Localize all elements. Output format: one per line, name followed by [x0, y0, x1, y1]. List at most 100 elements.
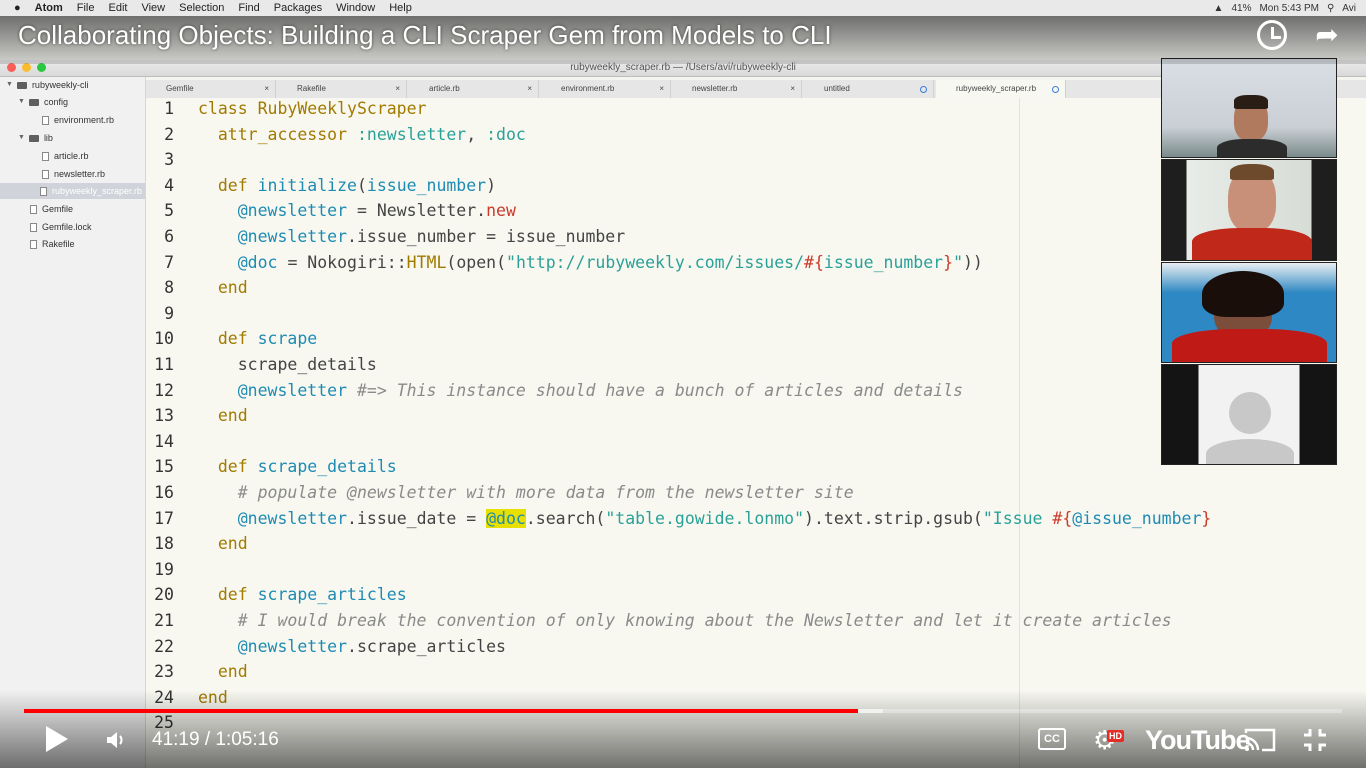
code-line-12[interactable]: 12 @newsletter #=> This instance should …	[146, 378, 963, 404]
webcam-tile-2	[1161, 159, 1337, 261]
tree-item-project-root[interactable]: ▼ rubyweekly-cli	[6, 77, 88, 93]
hd-badge: HD	[1107, 730, 1124, 742]
tree-item-rubyweekly-scraper-rb[interactable]: rubyweekly_scraper.rb	[0, 183, 145, 199]
menu-packages[interactable]: Packages	[274, 2, 322, 14]
webcam-tile-1	[1161, 58, 1337, 158]
tree-item-environment-rb[interactable]: environment.rb	[42, 112, 114, 128]
code-line-21[interactable]: 21 # I would break the convention of onl…	[146, 608, 1171, 634]
tree-item-gemfile-lock[interactable]: Gemfile.lock	[30, 219, 92, 235]
code-line-2[interactable]: 2 attr_accessor :newsletter, :doc	[146, 122, 526, 148]
tree-item-gemfile[interactable]: Gemfile	[30, 201, 73, 217]
code-line-14[interactable]: 14	[146, 429, 198, 455]
youtube-logo[interactable]: YouTube	[1145, 725, 1250, 756]
exit-fullscreen-icon[interactable]	[1302, 727, 1328, 753]
tree-item-rakefile[interactable]: Rakefile	[30, 236, 75, 252]
participant-body	[1217, 139, 1287, 157]
participant-hair	[1234, 95, 1268, 109]
folder-icon	[16, 81, 27, 89]
menu-view[interactable]: View	[141, 2, 165, 14]
code-line-17[interactable]: 17 @newsletter.issue_date = @doc.search(…	[146, 506, 1211, 532]
code-line-1[interactable]: 1 class RubyWeeklyScraper	[146, 96, 426, 122]
code-line-4[interactable]: 4 def initialize(issue_number)	[146, 173, 496, 199]
volume-icon[interactable]	[104, 728, 128, 752]
file-icon	[30, 222, 37, 232]
code-line-18[interactable]: 18 end	[146, 531, 248, 557]
file-icon	[42, 115, 49, 125]
participant-body	[1172, 329, 1327, 362]
webcam-tile-4	[1161, 364, 1337, 465]
apple-icon[interactable]: ●	[14, 2, 21, 14]
tab-article-rb[interactable]: article.rb ×	[409, 80, 539, 98]
tree-item-newsletter-rb[interactable]: newsletter.rb	[42, 166, 105, 182]
code-line-3[interactable]: 3	[146, 147, 198, 173]
tree-view: ▼ rubyweekly-cli ▼ config environment.rb ▼…	[0, 77, 146, 768]
webcam-tile-3	[1161, 262, 1337, 363]
user-name[interactable]: Avi	[1342, 3, 1356, 14]
play-button[interactable]	[46, 726, 68, 752]
file-icon	[30, 204, 37, 214]
code-line-20[interactable]: 20 def scrape_articles	[146, 582, 407, 608]
menu-file[interactable]: File	[77, 2, 95, 14]
folder-icon	[28, 134, 39, 142]
wifi-icon[interactable]: ▲	[1214, 3, 1224, 14]
menu-edit[interactable]: Edit	[109, 2, 128, 14]
code-line-8[interactable]: 8 end	[146, 275, 248, 301]
mac-menubar: ● Atom File Edit View Selection Find Pac…	[0, 0, 1366, 16]
modified-dot-icon[interactable]	[1052, 86, 1059, 93]
video-title[interactable]: Collaborating Objects: Building a CLI Sc…	[18, 20, 832, 51]
minimize-window-button[interactable]	[22, 63, 31, 72]
code-line-22[interactable]: 22 @newsletter.scrape_articles	[146, 634, 506, 660]
chevron-down-icon: ▼	[18, 98, 25, 105]
tree-item-config[interactable]: ▼ config	[18, 94, 68, 110]
code-line-23[interactable]: 23 end	[146, 659, 248, 685]
code-line-10[interactable]: 10 def scrape	[146, 326, 317, 352]
participant-body	[1192, 228, 1312, 260]
code-line-5[interactable]: 5 @newsletter = Newsletter.new	[146, 198, 516, 224]
close-icon[interactable]: ×	[527, 80, 532, 98]
watch-later-icon[interactable]	[1257, 20, 1287, 50]
tree-item-lib[interactable]: ▼ lib	[18, 130, 53, 146]
tab-rubyweekly-scraper-rb[interactable]: rubyweekly_scraper.rb	[936, 80, 1066, 98]
code-line-15[interactable]: 15 def scrape_details	[146, 454, 397, 480]
close-icon[interactable]: ×	[659, 80, 664, 98]
close-icon[interactable]: ×	[790, 80, 795, 98]
file-icon	[30, 239, 37, 249]
menu-selection[interactable]: Selection	[179, 2, 224, 14]
clock[interactable]: Mon 5:43 PM	[1259, 3, 1318, 14]
code-line-9[interactable]: 9	[146, 301, 198, 327]
avatar-placeholder-body	[1206, 439, 1294, 464]
code-line-6[interactable]: 6 @newsletter.issue_number = issue_numbe…	[146, 224, 625, 250]
code-line-16[interactable]: 16 # populate @newsletter with more data…	[146, 480, 854, 506]
avatar-placeholder-icon	[1229, 392, 1271, 434]
closed-captions-button[interactable]: CC	[1038, 728, 1066, 750]
menu-help[interactable]: Help	[389, 2, 412, 14]
modified-dot-icon[interactable]	[920, 86, 927, 93]
tab-untitled[interactable]: untitled	[804, 80, 934, 98]
tree-item-article-rb[interactable]: article.rb	[42, 148, 89, 164]
wrap-guide	[1019, 98, 1020, 768]
code-line-19[interactable]: 19	[146, 557, 198, 583]
participant-hair	[1202, 271, 1284, 317]
zoom-window-button[interactable]	[37, 63, 46, 72]
spotlight-icon[interactable]: ⚲	[1327, 3, 1334, 14]
menu-atom[interactable]: Atom	[35, 2, 63, 14]
tab-environment-rb[interactable]: environment.rb ×	[541, 80, 671, 98]
code-line-13[interactable]: 13 end	[146, 403, 248, 429]
tab-newsletter-rb[interactable]: newsletter.rb ×	[672, 80, 802, 98]
close-window-button[interactable]	[7, 63, 16, 72]
menu-find[interactable]: Find	[238, 2, 259, 14]
progress-played	[24, 709, 859, 713]
cast-icon[interactable]	[1244, 727, 1276, 753]
file-icon	[40, 186, 47, 196]
participant-hair	[1230, 164, 1274, 180]
code-line-7[interactable]: 7 @doc = Nokogiri::HTML(open("http://rub…	[146, 250, 983, 276]
chevron-down-icon: ▼	[18, 134, 25, 141]
menu-window[interactable]: Window	[336, 2, 375, 14]
battery-level[interactable]: 41%	[1231, 3, 1251, 14]
file-icon	[42, 169, 49, 179]
time-display: 41:19 / 1:05:16	[152, 729, 279, 750]
share-icon[interactable]: ➦	[1310, 18, 1344, 52]
chevron-down-icon: ▼	[6, 81, 13, 88]
code-line-11[interactable]: 11 scrape_details	[146, 352, 377, 378]
file-icon	[42, 151, 49, 161]
